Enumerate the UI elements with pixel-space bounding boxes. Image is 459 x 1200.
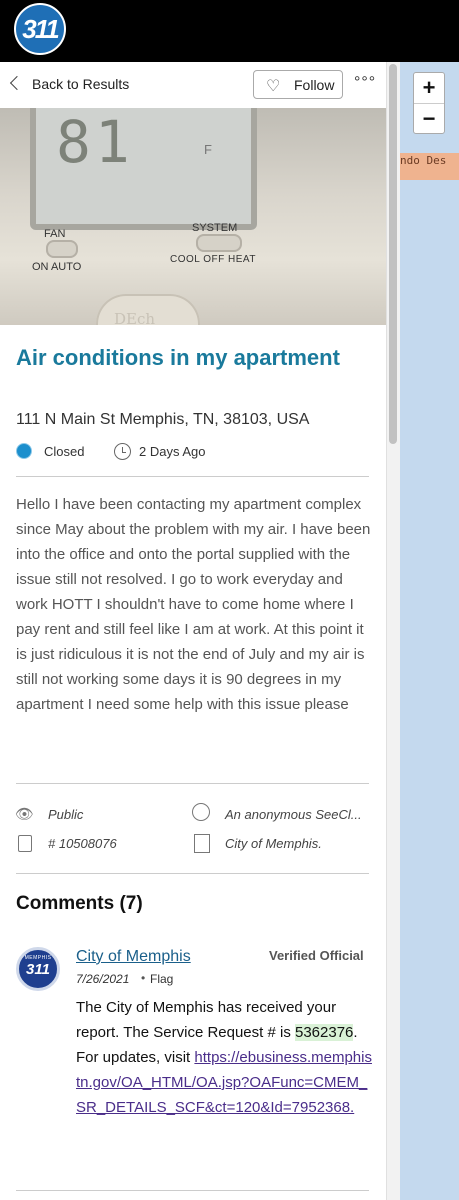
reporter-text: An anonymous SeeCl... [225, 807, 362, 822]
eye-icon: 👁 [15, 806, 35, 823]
follow-label: Follow [294, 77, 335, 93]
system-label: SYSTEM [192, 222, 238, 234]
report-panel: Back to Results ♡ Follow °°° 81 F FAN ON… [0, 62, 400, 1200]
report-photo[interactable]: 81 F FAN ON AUTO SYSTEM COOL OFF HEAT DE… [0, 108, 386, 325]
back-to-results-link[interactable]: Back to Results [9, 75, 130, 92]
panel-nav: Back to Results ♡ Follow °°° [0, 62, 386, 108]
map-road-label: ndo Des [400, 153, 459, 180]
map-area[interactable] [400, 62, 459, 1200]
issue-number: # 10508076 [48, 836, 117, 851]
comment-body: The City of Memphis has received your re… [76, 995, 376, 1120]
thermostat-unit: F [204, 142, 212, 157]
thermostat-display: 81 F [30, 108, 257, 230]
fan-switch [46, 240, 78, 258]
comment-date: 7/26/2021 [76, 972, 130, 986]
user-icon [192, 803, 210, 821]
scrollbar-thumb[interactable] [389, 64, 397, 444]
zoom-control: + − [413, 72, 445, 134]
report-description: Hello I have been contacting my apartmen… [16, 496, 371, 713]
status-dot-icon [16, 443, 32, 459]
divider [16, 1190, 369, 1191]
clipboard-icon [18, 835, 32, 852]
fan-label: FAN [44, 228, 66, 240]
comments-heading: Comments (7) [16, 893, 143, 914]
comment-author-link[interactable]: City of Memphis [76, 948, 191, 966]
heart-icon: ♡ [266, 78, 281, 95]
report-title: Air conditions in my apartment [16, 345, 340, 370]
thermostat-brand-plate: DEch [96, 294, 200, 325]
zoom-in-button[interactable]: + [414, 73, 444, 104]
report-age: 2 Days Ago [139, 444, 206, 459]
back-label: Back to Results [32, 76, 130, 92]
building-icon [194, 834, 210, 853]
verified-official-badge: Verified Official [269, 948, 364, 963]
service-request-number: 5362376 [295, 1024, 354, 1041]
brand-text: DEch [114, 310, 156, 325]
system-options: COOL OFF HEAT [170, 254, 256, 265]
system-switch [196, 234, 242, 252]
311-logo[interactable]: 311 [14, 3, 66, 55]
visibility-text: Public [48, 807, 84, 822]
report-address: 111 N Main St Memphis, TN, 38103, USA [16, 411, 310, 428]
divider [16, 476, 369, 477]
date-separator: • [141, 971, 146, 985]
thermostat-digits: 81 [56, 108, 134, 176]
zoom-out-button[interactable]: − [414, 104, 444, 134]
follow-button[interactable]: ♡ Follow [253, 70, 343, 99]
avatar-main-text: 311 [26, 961, 50, 978]
clock-icon [114, 443, 131, 460]
fan-options: ON AUTO [32, 261, 82, 273]
chevron-left-icon [9, 75, 25, 91]
assignee-text: City of Memphis. [225, 836, 322, 851]
divider [16, 873, 369, 874]
divider [16, 783, 369, 784]
flag-link[interactable]: Flag [150, 972, 173, 986]
logo-text: 311 [22, 14, 59, 44]
top-bar: 311 [0, 0, 459, 62]
avatar: MEMPHIS 311 [16, 947, 60, 991]
status-text: Closed [44, 444, 85, 459]
more-options-icon[interactable]: °°° [354, 74, 376, 92]
